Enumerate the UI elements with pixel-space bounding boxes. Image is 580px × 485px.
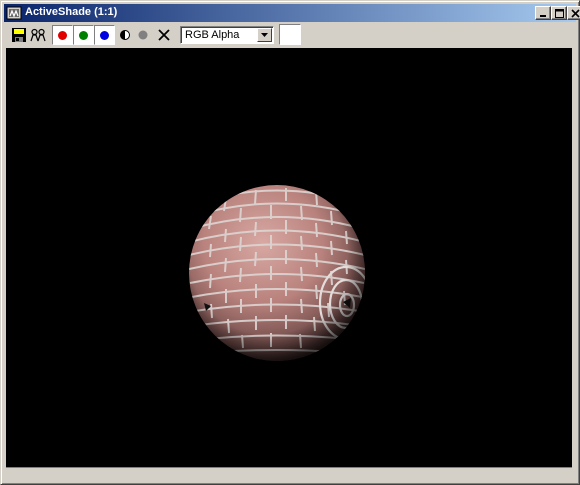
render-viewport[interactable]: [6, 48, 572, 467]
display-channel-select[interactable]: RGB Alpha: [180, 26, 274, 44]
blue-channel-icon: [100, 31, 109, 40]
green-channel-button[interactable]: [73, 25, 94, 45]
blue-channel-button[interactable]: [94, 25, 115, 45]
green-channel-icon: [79, 31, 88, 40]
red-channel-button[interactable]: [52, 25, 73, 45]
activeshade-window: ActiveShade (1:1) RGB Alpha: [0, 0, 580, 485]
maximize-icon: [555, 9, 564, 18]
clone-icon[interactable]: [29, 26, 47, 44]
rendered-sphere-image: [6, 48, 572, 467]
red-channel-icon: [58, 31, 67, 40]
clear-icon[interactable]: [155, 26, 173, 44]
color-swatch[interactable]: [279, 24, 301, 45]
alpha-channel-icon[interactable]: [134, 26, 152, 44]
minimize-button[interactable]: [535, 6, 551, 20]
horizontal-scroll-track: [6, 467, 572, 481]
chevron-down-icon: [261, 33, 268, 37]
vertical-scroll-track: [572, 48, 577, 481]
channel-toggle-group: [52, 25, 115, 45]
minimize-icon: [540, 15, 546, 17]
title-bar[interactable]: ActiveShade (1:1): [4, 4, 580, 22]
toolbar: RGB Alpha: [4, 23, 576, 47]
app-icon: [6, 5, 22, 21]
window-title: ActiveShade (1:1): [25, 6, 118, 18]
dropdown-arrow-button[interactable]: [257, 28, 272, 42]
close-button[interactable]: [567, 6, 580, 20]
close-icon: [571, 9, 580, 18]
display-channel-value: RGB Alpha: [185, 29, 240, 41]
save-icon[interactable]: [10, 26, 28, 44]
maximize-button[interactable]: [551, 6, 567, 20]
monochrome-icon[interactable]: [116, 26, 134, 44]
